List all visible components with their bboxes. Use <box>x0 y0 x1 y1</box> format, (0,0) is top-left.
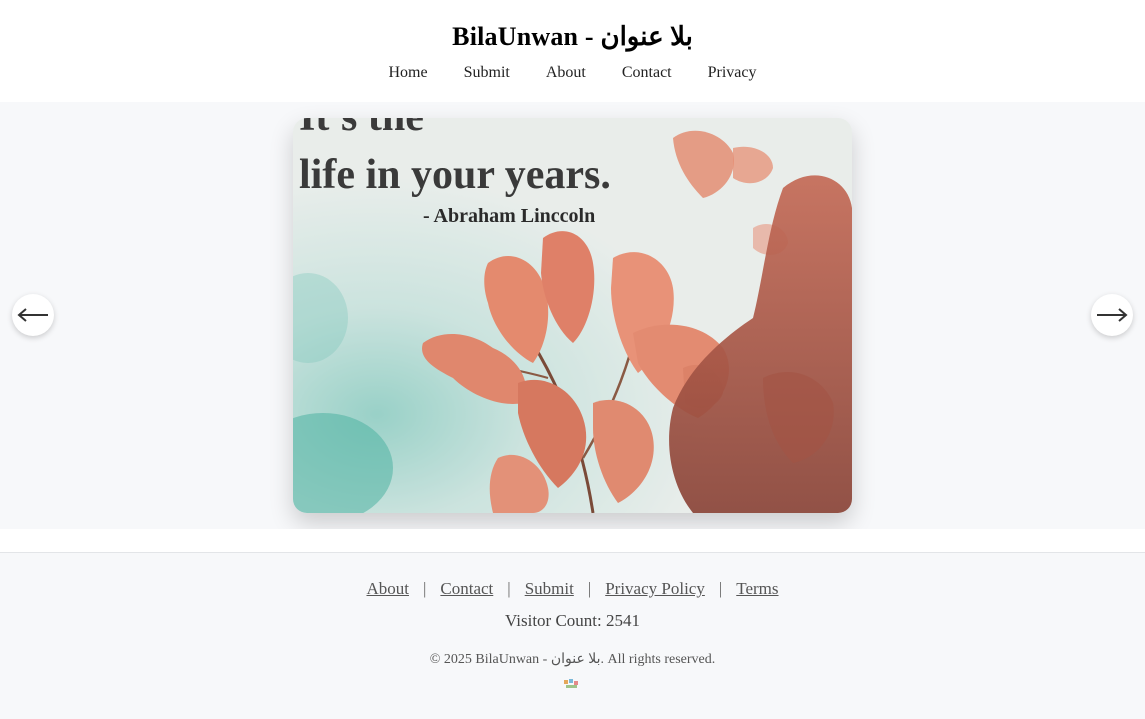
arrow-right-icon <box>1097 308 1128 322</box>
footer-link-about[interactable]: About <box>366 579 409 599</box>
section-divider <box>0 529 1145 553</box>
quote-attribution: - Abraham Linccoln <box>423 205 595 227</box>
footer-link-terms[interactable]: Terms <box>736 579 778 599</box>
footer-separator: | <box>507 579 511 598</box>
arrow-left-icon <box>17 308 48 322</box>
footer-link-privacy-policy[interactable]: Privacy Policy <box>605 579 705 599</box>
nav-submit[interactable]: Submit <box>464 64 510 82</box>
copyright: © 2025 BilaUnwan - بلا عنوان. All rights… <box>429 652 716 667</box>
footer-links: About | Contact | Submit | Privacy Polic… <box>0 579 1145 599</box>
quote-carousel: It's the life in your years. - Abraham L… <box>0 102 1145 529</box>
prev-slide-button[interactable] <box>12 294 54 336</box>
site-header: BilaUnwan - بلا عنوان Home Submit About … <box>0 0 1145 102</box>
footer-link-contact[interactable]: Contact <box>440 579 493 599</box>
nav-about[interactable]: About <box>546 64 586 82</box>
footer-separator: | <box>718 579 723 598</box>
nav-contact[interactable]: Contact <box>622 64 672 82</box>
footer-separator: | <box>422 579 427 598</box>
site-footer: About | Contact | Submit | Privacy Polic… <box>0 554 1145 719</box>
next-slide-button[interactable] <box>1091 294 1133 336</box>
nav-privacy[interactable]: Privacy <box>708 64 757 82</box>
footer-logo-icon <box>564 679 578 688</box>
site-title: BilaUnwan - بلا عنوان <box>452 22 693 51</box>
visitor-count: Visitor Count: 2541 <box>505 611 640 630</box>
footer-link-submit[interactable]: Submit <box>525 579 574 599</box>
footer-separator: | <box>587 579 592 598</box>
quote-line: life in your years. <box>299 152 611 198</box>
quote-slide-image: It's the life in your years. - Abraham L… <box>293 118 852 513</box>
main-nav: Home Submit About Contact Privacy <box>0 64 1145 82</box>
quote-line-partial: It's the <box>299 118 424 140</box>
nav-home[interactable]: Home <box>389 64 428 82</box>
